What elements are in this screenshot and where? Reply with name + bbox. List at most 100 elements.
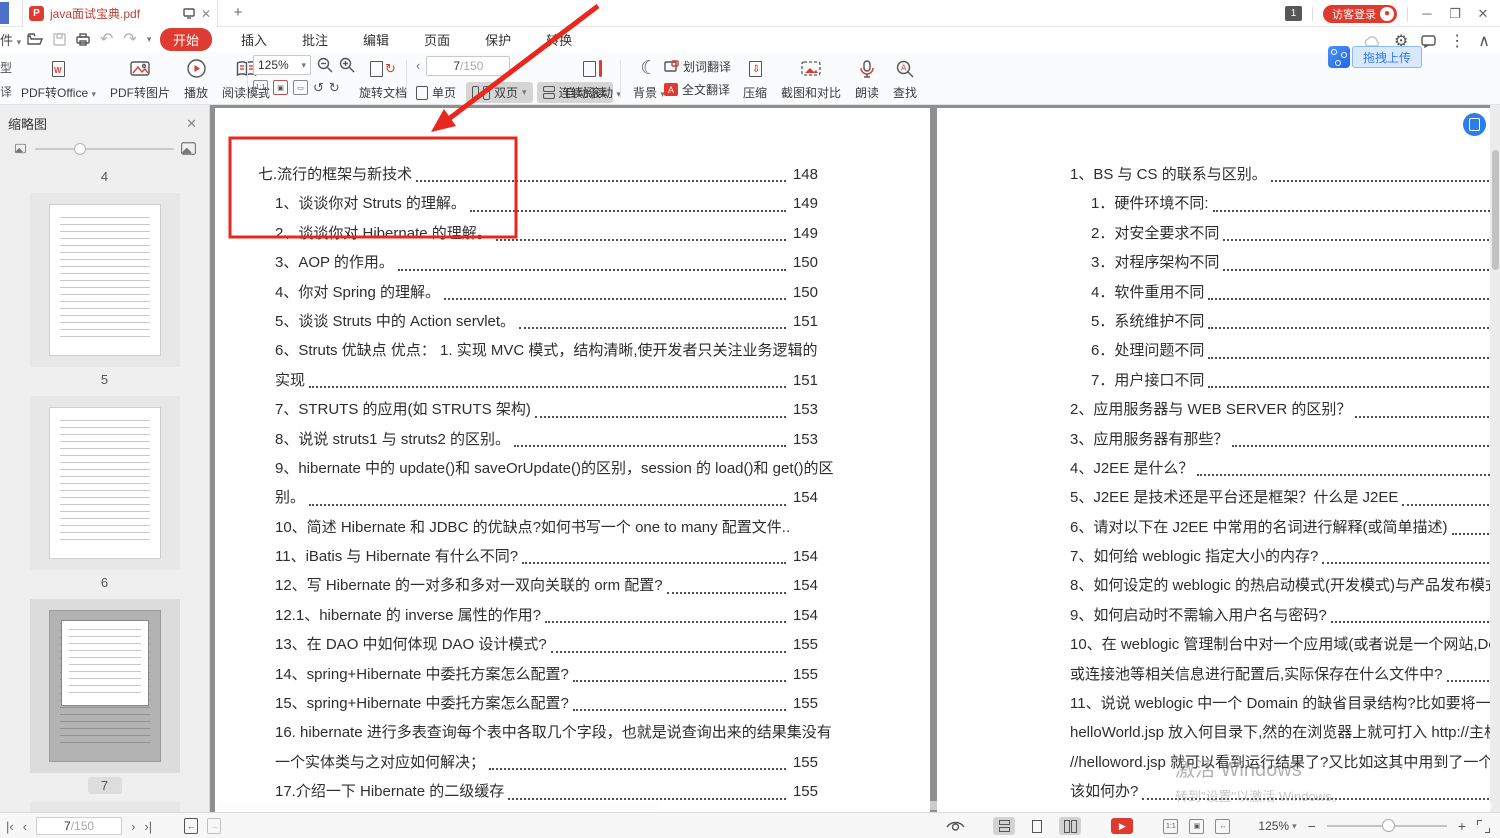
menu-item-插入[interactable]: 插入 — [235, 28, 273, 51]
minimize-button[interactable]: ─ — [1418, 6, 1436, 21]
toc-item[interactable]: 16. hibernate 进行多表查询每个表中各取几个字段，也就是说查询出来的… — [258, 718, 818, 777]
toc-item[interactable]: 1．硬件环境不同: — [1070, 189, 1500, 218]
toc-item[interactable]: 6、请对以下在 J2EE 中常用的名词进行解释(或简单描述) — [1070, 513, 1500, 542]
new-tab-button[interactable]: + — [228, 3, 248, 23]
feedback-comment-icon[interactable] — [1421, 35, 1436, 48]
toc-item[interactable]: 12.1、hibernate 的 inverse 属性的作用?154 — [258, 601, 818, 630]
thumbnail-label-7[interactable]: 7 — [88, 777, 122, 794]
status-fit-width-icon[interactable]: ↔ — [1215, 819, 1230, 834]
toc-item[interactable]: 4、J2EE 是什么？ — [1070, 454, 1500, 483]
rotate-right-icon[interactable]: ↻ — [329, 80, 340, 95]
print-icon[interactable] — [76, 33, 90, 46]
zoom-slider[interactable] — [1327, 825, 1447, 827]
fullscreen-icon[interactable] — [1477, 820, 1490, 833]
thumbnail-label-6[interactable]: 6 — [88, 574, 122, 591]
vertical-scrollbar[interactable] — [1490, 105, 1500, 812]
menu-item-转换[interactable]: 转换 — [540, 28, 578, 51]
status-play-button[interactable]: ▶ — [1111, 818, 1133, 834]
fit-page-icon[interactable]: ▣ — [273, 80, 288, 95]
menu-item-开始[interactable]: 开始 — [160, 28, 212, 51]
rotate-left-icon[interactable]: ↺ — [313, 80, 324, 95]
floating-cloud-doc-button[interactable] — [1463, 113, 1486, 136]
status-zoom-value[interactable]: 125%▾ — [1258, 819, 1296, 833]
status-fit-page-icon[interactable]: ▣ — [1189, 819, 1204, 834]
wps-cloud-icon[interactable] — [1328, 46, 1350, 68]
toc-item[interactable]: 9、如何启动时不需输入用户名与密码? — [1070, 601, 1500, 630]
toc-item[interactable]: 2、应用服务器与 WEB SERVER 的区别？ — [1070, 395, 1500, 424]
toc-item[interactable]: 5、谈谈 Struts 中的 Action servlet。151 — [258, 307, 818, 336]
last-page-button[interactable]: ›| — [144, 819, 152, 834]
play-presentation-button[interactable]: 播放 — [177, 55, 215, 102]
menu-item-批注[interactable]: 批注 — [296, 28, 334, 51]
rotate-document-button[interactable]: ↻ 旋转文档 — [352, 55, 414, 102]
zoom-out-icon[interactable] — [317, 57, 333, 73]
auto-scroll-button[interactable]: 自动滚动 ▾ — [558, 55, 628, 102]
toc-item[interactable]: 11、iBatis 与 Hibernate 有什么不同?154 — [258, 542, 818, 571]
status-continuous-toggle[interactable] — [993, 817, 1015, 835]
toc-item[interactable]: 8、说说 struts1 与 struts2 的区别。153 — [258, 425, 818, 454]
toc-item[interactable]: 7、如何给 weblogic 指定大小的内存? — [1070, 542, 1500, 571]
open-file-icon[interactable] — [27, 33, 43, 46]
toc-item[interactable]: 8、如何设定的 weblogic 的热启动模式(开发模式)与产品发布模式 — [1070, 571, 1500, 600]
thumbnail-label-5[interactable]: 5 — [88, 371, 122, 388]
toc-item[interactable]: 5、J2EE 是技术还是平台还是框架？什么是 J2EE — [1070, 483, 1500, 512]
toc-item[interactable]: 14、spring+Hibernate 中委托方案怎么配置?155 — [258, 660, 818, 689]
word-translate-button[interactable]: 划词翻译 — [664, 58, 731, 75]
guest-login-button[interactable]: 访客登录 ● — [1323, 5, 1397, 23]
status-page-input[interactable]: 7/150 — [36, 817, 122, 835]
slider-track[interactable] — [35, 148, 174, 150]
thumbnail-size-slider[interactable] — [0, 137, 209, 164]
thumbnail-page-8[interactable] — [30, 802, 180, 812]
toc-item[interactable]: 5．系统维护不同 — [1070, 307, 1500, 336]
toc-item[interactable]: 11、说说 weblogic 中一个 Domain 的缺省目录结构?比如要将一个… — [1070, 689, 1500, 807]
previous-page-button[interactable]: ‹ — [23, 819, 27, 834]
horizontal-scrollbar-track[interactable] — [882, 801, 1492, 810]
toc-item[interactable]: 10、在 weblogic 管理制台中对一个应用域(或者说是一个网站,Domai… — [1070, 630, 1500, 689]
menu-item-编辑[interactable]: 编辑 — [357, 28, 395, 51]
zoom-slider-thumb[interactable] — [1382, 819, 1395, 832]
close-window-button[interactable]: ✕ — [1474, 6, 1492, 22]
status-actual-size-icon[interactable]: 1:1 — [1163, 819, 1178, 834]
horizontal-scrollbar-thumb[interactable] — [218, 801, 658, 810]
toc-item[interactable]: 3．对程序架构不同 — [1070, 248, 1500, 277]
status-single-page-toggle[interactable] — [1026, 817, 1048, 835]
menu-item-页面[interactable]: 页面 — [418, 28, 456, 51]
toc-item[interactable]: 4、你对 Spring 的理解。150 — [258, 278, 818, 307]
read-aloud-button[interactable]: 朗读 — [848, 55, 886, 102]
compress-button[interactable]: ⇩ 压缩 — [736, 55, 774, 102]
toc-item[interactable]: 10、简述 Hibernate 和 JDBC 的优缺点?如何书写一个 one t… — [258, 513, 818, 542]
thumbnail-page-5[interactable] — [30, 193, 180, 367]
previous-view-button[interactable]: ← — [184, 818, 198, 834]
next-page-button[interactable]: › — [131, 819, 135, 834]
toc-item[interactable]: 9、hibernate 中的 update()和 saveOrUpdate()的… — [258, 454, 818, 513]
eye-protection-icon[interactable] — [946, 820, 965, 833]
thumbnail-page-7[interactable] — [30, 599, 180, 773]
tab-count-badge[interactable]: 1 — [1285, 6, 1302, 21]
toc-item[interactable]: 七.流行的框架与新技术148 — [258, 160, 818, 189]
fit-width-icon[interactable]: ▭ — [293, 80, 308, 95]
undo-icon[interactable]: ↶ — [100, 29, 113, 49]
next-page-icon[interactable]: › — [510, 55, 526, 76]
restore-button[interactable]: ❐ — [1446, 6, 1464, 22]
zoom-increase-icon[interactable]: + — [1458, 818, 1466, 834]
toc-item[interactable]: 6、Struts 优缺点 优点： 1. 实现 MVC 模式，结构清晰,使开发者只… — [258, 336, 818, 395]
pin-window-icon[interactable] — [183, 8, 195, 19]
toc-item[interactable]: 6．处理问题不同 — [1070, 336, 1500, 365]
pdf-to-office-button[interactable]: W PDF转Office ▾ — [14, 55, 103, 102]
vertical-scrollbar-thumb[interactable] — [1492, 150, 1499, 270]
double-page-button[interactable]: 双页 ▾ — [466, 82, 533, 103]
toc-item[interactable]: 7．用户接口不同 — [1070, 366, 1500, 395]
full-translate-button[interactable]: A 全文翻译 — [664, 81, 730, 98]
close-sidebar-icon[interactable]: ✕ — [186, 116, 197, 132]
more-menu-icon[interactable]: ⋮ — [1449, 31, 1465, 51]
prev-page-icon[interactable]: ‹ — [410, 55, 426, 76]
toc-item[interactable]: 4．软件重用不同 — [1070, 278, 1500, 307]
close-tab-icon[interactable]: ✕ — [201, 8, 211, 20]
toc-item[interactable]: 3、应用服务器有那些？ — [1070, 425, 1500, 454]
toc-item[interactable]: 2、谈谈你对 Hibernate 的理解。149 — [258, 219, 818, 248]
first-page-button[interactable]: |‹ — [6, 819, 14, 834]
page-number-input[interactable]: 7/150 — [426, 56, 510, 76]
document-tab[interactable]: P java面试宝典.pdf ✕ — [22, 0, 218, 27]
thumbnail-label-4[interactable]: 4 — [88, 168, 122, 185]
zoom-percent-combo[interactable]: 125%▾ — [253, 55, 311, 75]
